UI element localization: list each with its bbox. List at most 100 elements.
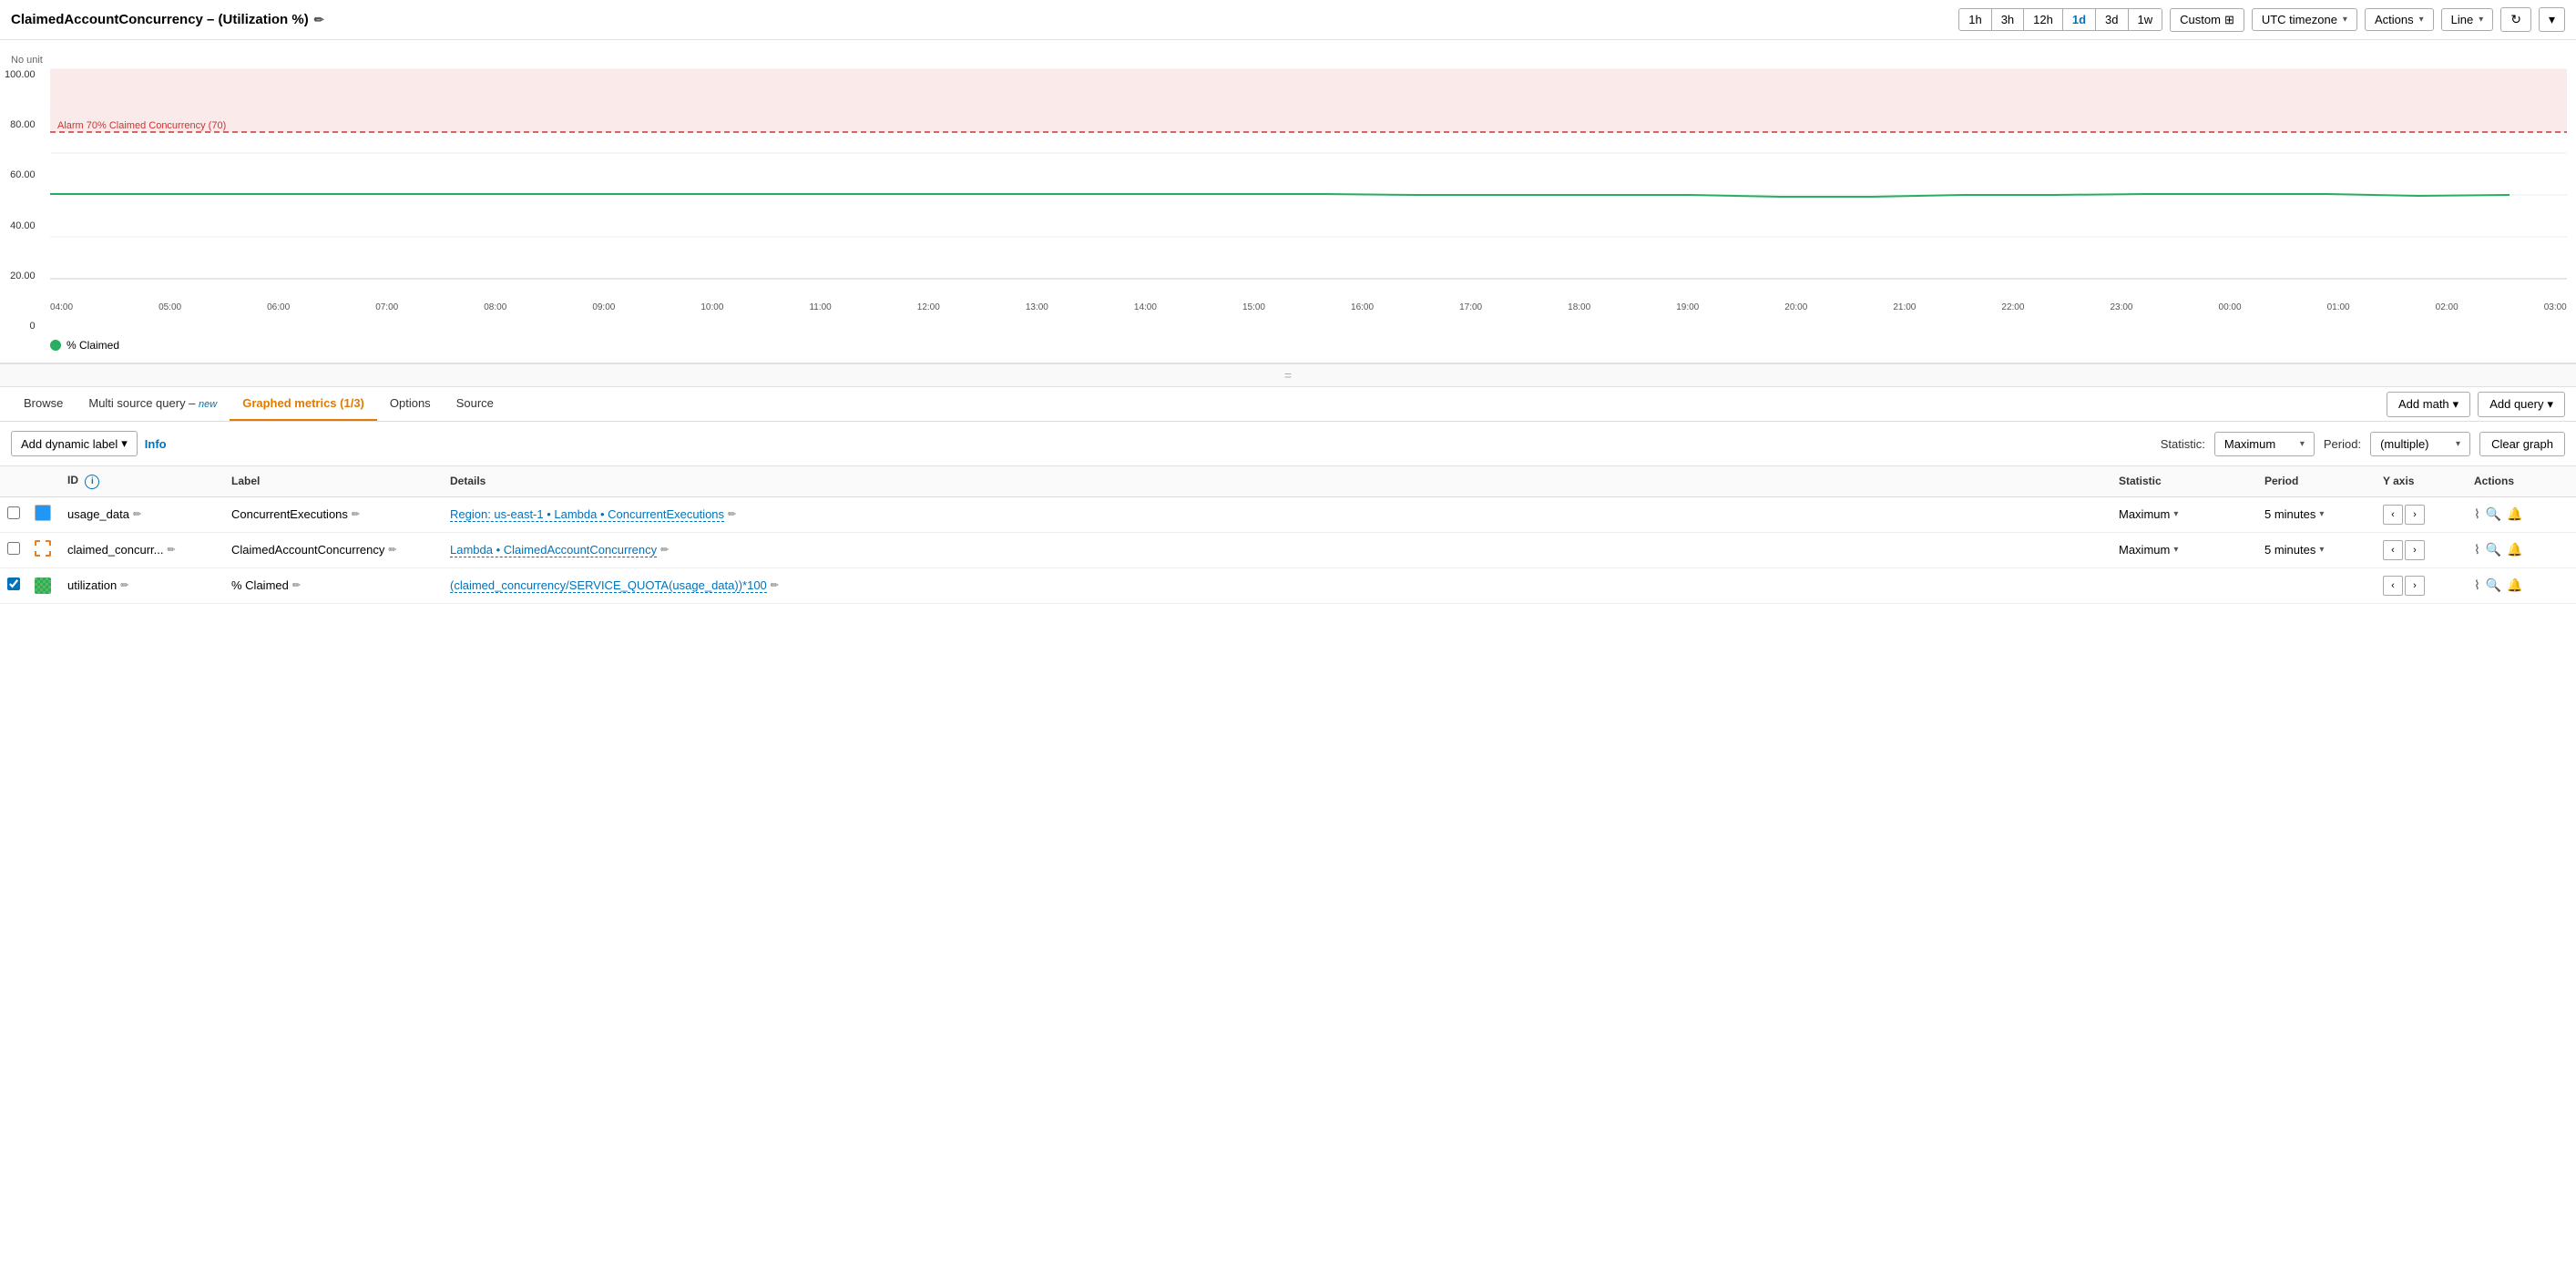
row1-statistic-cell: Maximum ▾ (2111, 496, 2257, 532)
y-tick-80: 80.00 (10, 119, 36, 130)
dynamic-label-button[interactable]: Add dynamic label ▾ (11, 431, 138, 456)
x-tick-0600: 06:00 (267, 302, 290, 312)
more-options-button[interactable]: ▾ (2539, 7, 2565, 32)
row2-period-arrow-icon[interactable]: ▾ (2319, 545, 2324, 555)
actions-button[interactable]: Actions ▾ (2365, 8, 2434, 31)
row3-label-text: % Claimed (231, 578, 289, 592)
x-tick-1900: 19:00 (1676, 302, 1699, 312)
row3-color-swatch[interactable] (35, 578, 51, 594)
actions-arrow-icon: ▾ (2419, 15, 2424, 25)
row2-yaxis-left-button[interactable]: ‹ (2383, 540, 2403, 560)
row3-search-icon[interactable]: 🔍 (2486, 578, 2501, 593)
row1-details-link[interactable]: Region: us-east-1 • Lambda • ConcurrentE… (450, 507, 724, 522)
row3-details-link[interactable]: (claimed_concurrency/SERVICE_QUOTA(usage… (450, 578, 767, 593)
row1-trend-icon[interactable]: ⌇ (2474, 506, 2480, 522)
row2-label-cell: ClaimedAccountConcurrency ✏ (224, 532, 443, 567)
row1-id-edit-icon[interactable]: ✏ (133, 508, 141, 520)
row2-label-edit-icon[interactable]: ✏ (388, 544, 396, 556)
x-tick-1400: 14:00 (1134, 302, 1157, 312)
tab-graphed-metrics[interactable]: Graphed metrics (1/3) (230, 387, 377, 421)
info-badge[interactable]: Info (145, 437, 167, 451)
resizer-handle[interactable]: = (0, 363, 2576, 387)
row1-label-edit-icon[interactable]: ✏ (352, 508, 360, 520)
row2-alarm-icon[interactable]: 🔔 (2507, 542, 2522, 557)
tab-browse[interactable]: Browse (11, 387, 76, 421)
period-dropdown[interactable]: (multiple) ▾ (2370, 432, 2470, 456)
row3-trend-icon[interactable]: ⌇ (2474, 578, 2480, 593)
custom-time-button[interactable]: Custom ⊞ (2170, 8, 2244, 32)
row3-label-edit-icon[interactable]: ✏ (292, 579, 301, 591)
x-tick-0500: 05:00 (158, 302, 181, 312)
row2-trend-icon[interactable]: ⌇ (2474, 542, 2480, 557)
row2-yaxis-right-button[interactable]: › (2405, 540, 2425, 560)
time-btn-1w[interactable]: 1w (2129, 9, 2162, 30)
tab-new-badge: new (199, 399, 217, 410)
y-tick-0: 0 (30, 321, 36, 332)
row1-yaxis-right-button[interactable]: › (2405, 505, 2425, 525)
tab-options[interactable]: Options (377, 387, 444, 421)
refresh-button[interactable]: ↻ (2500, 7, 2531, 32)
row1-period-arrow-icon[interactable]: ▾ (2319, 509, 2324, 519)
chart-type-dropdown[interactable]: Line ▾ (2441, 8, 2494, 31)
timezone-dropdown[interactable]: UTC timezone ▾ (2252, 8, 2357, 31)
row2-statistic-cell: Maximum ▾ (2111, 532, 2257, 567)
add-query-button[interactable]: Add query ▾ (2478, 392, 2565, 417)
row1-alarm-icon[interactable]: 🔔 (2507, 506, 2522, 522)
time-range-selector: 1h 3h 12h 1d 3d 1w (1958, 8, 2162, 31)
row3-yaxis-cell: ‹ › (2376, 567, 2467, 603)
time-btn-3h[interactable]: 3h (1992, 9, 2024, 30)
row1-statistic-arrow-icon[interactable]: ▾ (2173, 509, 2178, 519)
clear-graph-button[interactable]: Clear graph (2479, 432, 2565, 456)
time-btn-1d[interactable]: 1d (2063, 9, 2096, 30)
row3-yaxis-right-button[interactable]: › (2405, 576, 2425, 596)
add-math-label: Add math (2398, 397, 2449, 411)
time-btn-3d[interactable]: 3d (2096, 9, 2128, 30)
row2-details-edit-icon[interactable]: ✏ (660, 544, 669, 556)
x-tick-1300: 13:00 (1026, 302, 1048, 312)
chart-type-arrow-icon: ▾ (2479, 15, 2483, 25)
add-query-label: Add query (2489, 397, 2543, 411)
row2-checkbox[interactable] (7, 542, 20, 555)
x-tick-0200: 02:00 (2436, 302, 2458, 312)
row1-checkbox[interactable] (7, 506, 20, 519)
time-btn-12h[interactable]: 12h (2024, 9, 2063, 30)
add-math-button[interactable]: Add math ▾ (2387, 392, 2470, 417)
row3-checkbox[interactable] (7, 578, 20, 590)
row2-color-cell (27, 532, 60, 567)
x-tick-1600: 16:00 (1351, 302, 1374, 312)
row1-yaxis-left-button[interactable]: ‹ (2383, 505, 2403, 525)
row1-search-icon[interactable]: 🔍 (2486, 506, 2501, 522)
edit-title-icon[interactable]: ✏ (314, 13, 324, 27)
tab-source[interactable]: Source (444, 387, 506, 421)
tab-multi-source[interactable]: Multi source query – new (76, 387, 230, 421)
row1-actions-cell: ⌇ 🔍 🔔 (2467, 496, 2576, 532)
x-tick-1700: 17:00 (1459, 302, 1482, 312)
col-header-details: Details (443, 466, 2111, 496)
table-row: usage_data ✏ ConcurrentExecutions ✏ Regi… (0, 496, 2576, 532)
chart-svg: Alarm 70% Claimed Concurrency (70) (50, 69, 2567, 306)
row3-id-edit-icon[interactable]: ✏ (120, 579, 128, 591)
y-tick-100: 100.00 (5, 69, 36, 80)
row2-search-icon[interactable]: 🔍 (2486, 542, 2501, 557)
row2-details-link[interactable]: Lambda • ClaimedAccountConcurrency (450, 543, 657, 557)
x-tick-1500: 15:00 (1242, 302, 1265, 312)
id-info-icon[interactable]: i (85, 475, 99, 489)
time-btn-1h[interactable]: 1h (1959, 9, 1991, 30)
col-header-yaxis: Y axis (2376, 466, 2467, 496)
statistic-dropdown[interactable]: Maximum ▾ (2214, 432, 2315, 456)
row2-id-edit-icon[interactable]: ✏ (168, 544, 176, 556)
row2-actions-cell: ⌇ 🔍 🔔 (2467, 532, 2576, 567)
row3-details-edit-icon[interactable]: ✏ (771, 579, 779, 591)
row1-details-edit-icon[interactable]: ✏ (728, 508, 736, 520)
row2-statistic-text: Maximum (2119, 543, 2170, 557)
row3-yaxis-left-button[interactable]: ‹ (2383, 576, 2403, 596)
page-header: ClaimedAccountConcurrency – (Utilization… (0, 0, 2576, 40)
row2-statistic-arrow-icon[interactable]: ▾ (2173, 545, 2178, 555)
row3-alarm-icon[interactable]: 🔔 (2507, 578, 2522, 593)
row2-color-swatch[interactable] (35, 540, 51, 557)
col-header-color (27, 466, 60, 496)
row1-color-swatch[interactable] (35, 505, 51, 521)
dynamic-label-arrow-icon: ▾ (121, 436, 128, 451)
add-query-arrow-icon: ▾ (2547, 397, 2553, 412)
row2-period-text: 5 minutes (2264, 543, 2315, 557)
